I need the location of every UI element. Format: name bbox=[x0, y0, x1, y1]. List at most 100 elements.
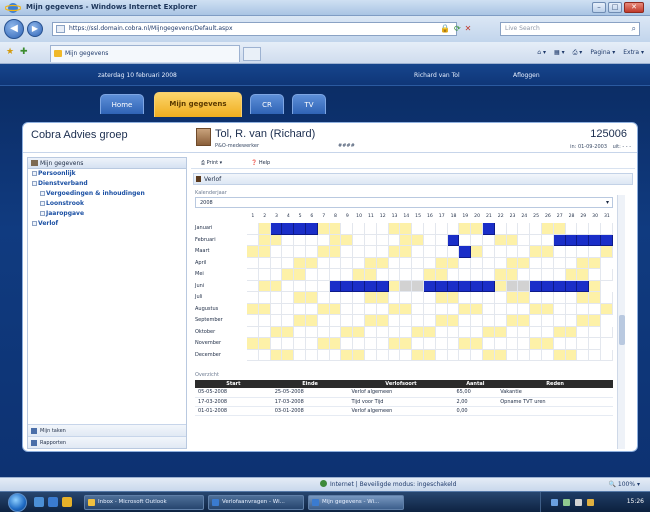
leave-day-cell[interactable] bbox=[294, 223, 306, 235]
taskbar-button-outlook[interactable]: Inbox - Microsoft Outlook bbox=[84, 495, 204, 510]
day-cell[interactable] bbox=[353, 223, 365, 235]
day-cell[interactable] bbox=[483, 246, 495, 258]
day-cell[interactable] bbox=[294, 338, 306, 350]
day-cell[interactable] bbox=[589, 338, 601, 350]
day-cell[interactable] bbox=[258, 269, 271, 281]
weekend-cell[interactable] bbox=[424, 269, 436, 281]
weekend-cell[interactable] bbox=[530, 338, 542, 350]
leave-day-cell[interactable] bbox=[306, 223, 318, 235]
weekend-cell[interactable] bbox=[306, 292, 318, 304]
day-cell[interactable] bbox=[483, 257, 495, 269]
day-cell[interactable] bbox=[353, 303, 365, 315]
stop-icon[interactable]: ✕ bbox=[465, 22, 472, 36]
day-cell[interactable] bbox=[353, 246, 365, 258]
weekend-cell[interactable] bbox=[353, 349, 365, 361]
day-cell[interactable] bbox=[424, 234, 436, 246]
weekend-cell[interactable] bbox=[577, 257, 590, 269]
weekend-cell[interactable] bbox=[329, 303, 342, 315]
day-cell[interactable] bbox=[424, 257, 436, 269]
day-cell[interactable] bbox=[530, 234, 542, 246]
day-cell[interactable] bbox=[365, 338, 377, 350]
day-cell[interactable] bbox=[459, 326, 472, 338]
weekend-cell[interactable] bbox=[506, 315, 519, 327]
day-cell[interactable] bbox=[530, 269, 542, 281]
day-cell[interactable] bbox=[471, 326, 483, 338]
day-cell[interactable] bbox=[553, 246, 566, 258]
add-favorite-icon[interactable]: ✚ bbox=[20, 47, 28, 57]
weekend-cell[interactable] bbox=[294, 315, 306, 327]
weekend-cell[interactable] bbox=[483, 349, 495, 361]
day-cell[interactable] bbox=[518, 349, 531, 361]
day-cell[interactable] bbox=[376, 223, 389, 235]
day-cell[interactable] bbox=[282, 338, 295, 350]
weekend-cell[interactable] bbox=[542, 303, 554, 315]
day-cell[interactable] bbox=[306, 326, 318, 338]
weekend-cell[interactable] bbox=[471, 338, 483, 350]
day-cell[interactable] bbox=[376, 326, 389, 338]
day-cell[interactable] bbox=[341, 269, 354, 281]
holiday-cell[interactable] bbox=[412, 280, 424, 292]
weekend-cell[interactable] bbox=[459, 338, 472, 350]
leave-day-cell[interactable] bbox=[365, 280, 377, 292]
day-cell[interactable] bbox=[341, 246, 354, 258]
weekend-cell[interactable] bbox=[317, 303, 330, 315]
weekend-cell[interactable] bbox=[400, 223, 413, 235]
day-cell[interactable] bbox=[483, 303, 495, 315]
leave-day-cell[interactable] bbox=[447, 280, 460, 292]
day-cell[interactable] bbox=[353, 257, 365, 269]
day-cell[interactable] bbox=[601, 269, 613, 281]
day-cell[interactable] bbox=[459, 234, 472, 246]
weekend-cell[interactable] bbox=[601, 246, 613, 258]
leave-day-cell[interactable] bbox=[565, 234, 578, 246]
leave-day-cell[interactable] bbox=[553, 280, 566, 292]
page-menu[interactable]: Pagina ▾ bbox=[590, 47, 615, 59]
day-cell[interactable] bbox=[258, 349, 271, 361]
day-cell[interactable] bbox=[447, 223, 460, 235]
weekend-cell[interactable] bbox=[329, 223, 342, 235]
day-cell[interactable] bbox=[435, 326, 448, 338]
weekend-cell[interactable] bbox=[412, 349, 424, 361]
day-cell[interactable] bbox=[530, 349, 542, 361]
day-cell[interactable] bbox=[270, 269, 283, 281]
day-cell[interactable] bbox=[447, 303, 460, 315]
holiday-cell[interactable] bbox=[400, 280, 413, 292]
leave-day-cell[interactable] bbox=[282, 223, 295, 235]
day-cell[interactable] bbox=[577, 223, 590, 235]
day-cell[interactable] bbox=[376, 349, 389, 361]
weekend-cell[interactable] bbox=[506, 269, 519, 281]
weekend-cell[interactable] bbox=[530, 246, 542, 258]
leave-day-cell[interactable] bbox=[341, 280, 354, 292]
day-cell[interactable] bbox=[483, 315, 495, 327]
weekend-cell[interactable] bbox=[435, 257, 448, 269]
weekend-cell[interactable] bbox=[388, 246, 401, 258]
tab-mijn-gegevens[interactable]: Mijn gegevens bbox=[154, 92, 242, 117]
weekend-cell[interactable] bbox=[506, 257, 519, 269]
close-button[interactable]: ✕ bbox=[624, 2, 644, 13]
weekend-cell[interactable] bbox=[258, 246, 271, 258]
weekend-cell[interactable] bbox=[294, 257, 306, 269]
day-cell[interactable] bbox=[542, 315, 554, 327]
day-cell[interactable] bbox=[447, 349, 460, 361]
weekend-cell[interactable] bbox=[577, 315, 590, 327]
weekend-cell[interactable] bbox=[329, 338, 342, 350]
weekend-cell[interactable] bbox=[376, 292, 389, 304]
taskbar-button-mijn-gegevens[interactable]: Mijn gegevens - Wi... bbox=[308, 495, 404, 510]
weekend-cell[interactable] bbox=[258, 280, 271, 292]
day-cell[interactable] bbox=[601, 292, 613, 304]
weekend-cell[interactable] bbox=[589, 257, 601, 269]
day-cell[interactable] bbox=[294, 246, 306, 258]
day-cell[interactable] bbox=[553, 257, 566, 269]
day-cell[interactable] bbox=[447, 338, 460, 350]
weekend-cell[interactable] bbox=[494, 280, 507, 292]
day-cell[interactable] bbox=[471, 269, 483, 281]
day-cell[interactable] bbox=[306, 246, 318, 258]
weekend-cell[interactable] bbox=[553, 326, 566, 338]
day-cell[interactable] bbox=[317, 292, 330, 304]
day-cell[interactable] bbox=[424, 223, 436, 235]
weekend-cell[interactable] bbox=[317, 246, 330, 258]
day-cell[interactable] bbox=[435, 338, 448, 350]
ie-quicklaunch-icon[interactable] bbox=[48, 497, 58, 507]
tray-app-icon[interactable] bbox=[587, 499, 594, 506]
day-cell[interactable] bbox=[542, 326, 554, 338]
day-cell[interactable] bbox=[388, 269, 401, 281]
